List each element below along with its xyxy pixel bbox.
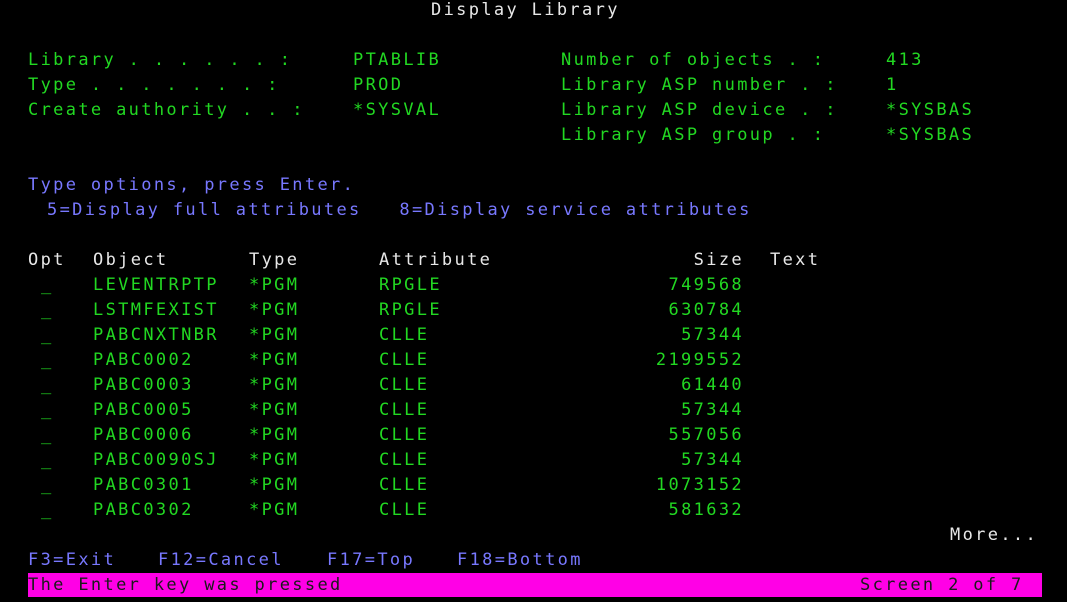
option-input[interactable]: _ [41, 448, 54, 473]
options-legend: 5=Display full attributes 8=Display serv… [47, 200, 752, 220]
more-indicator: More... [950, 525, 1039, 545]
col-header-attribute: Attribute [379, 250, 493, 270]
f18-bottom-key[interactable]: F18=Bottom [457, 548, 583, 573]
option-input[interactable]: _ [41, 323, 54, 348]
object-name: PABC0005 [93, 400, 194, 420]
object-name: LEVENTRPTP [93, 275, 219, 295]
object-size: 57344 [681, 325, 744, 345]
object-attribute: CLLE [379, 425, 430, 445]
object-size: 2199552 [655, 350, 744, 370]
asp-number-value: 1 [886, 75, 899, 95]
object-size: 57344 [681, 400, 744, 420]
object-name: PABC0003 [93, 375, 194, 395]
object-name: PABC0090SJ [93, 450, 219, 470]
object-attribute: CLLE [379, 400, 430, 420]
num-objects-value: 413 [886, 50, 924, 70]
object-attribute: CLLE [379, 325, 430, 345]
create-authority-label: Create authority . . : [28, 100, 305, 120]
object-type: *PGM [249, 275, 300, 295]
create-authority-value: *SYSVAL [353, 100, 442, 120]
screen-title: Display Library [431, 0, 620, 20]
object-type: *PGM [249, 375, 300, 395]
object-type: *PGM [249, 500, 300, 520]
object-type: *PGM [249, 350, 300, 370]
object-type: *PGM [249, 300, 300, 320]
object-type: *PGM [249, 450, 300, 470]
asp-device-label: Library ASP device . : [561, 100, 838, 120]
screen-indicator: Screen 2 of 7 [860, 575, 1024, 595]
object-size: 57344 [681, 450, 744, 470]
asp-device-value: *SYSBAS [886, 100, 975, 120]
num-objects-label: Number of objects . : [561, 50, 826, 70]
f3-exit-key[interactable]: F3=Exit [28, 548, 116, 573]
status-message: The Enter key was pressed [28, 575, 343, 595]
object-type: *PGM [249, 425, 300, 445]
library-label: Library . . . . . . : [28, 50, 293, 70]
option-input[interactable]: _ [41, 273, 54, 298]
object-type: *PGM [249, 400, 300, 420]
type-value: PROD [353, 75, 404, 95]
object-attribute: CLLE [379, 475, 430, 495]
object-size: 1073152 [655, 475, 744, 495]
col-header-type: Type [249, 250, 300, 270]
asp-number-label: Library ASP number . : [561, 75, 838, 95]
object-size: 557056 [668, 425, 744, 445]
f12-cancel-key[interactable]: F12=Cancel [158, 548, 284, 573]
col-header-size: Size [693, 250, 744, 270]
library-value: PTABLIB [353, 50, 442, 70]
object-name: PABC0301 [93, 475, 194, 495]
option-input[interactable]: _ [41, 348, 54, 373]
object-name: PABC0002 [93, 350, 194, 370]
col-header-object: Object [93, 250, 169, 270]
object-name: PABCNXTNBR [93, 325, 219, 345]
col-header-text: Text [770, 250, 821, 270]
col-header-opt: Opt [28, 250, 66, 270]
object-type: *PGM [249, 325, 300, 345]
instructions-line: Type options, press Enter. [28, 175, 356, 195]
object-attribute: CLLE [379, 500, 430, 520]
f17-top-key[interactable]: F17=Top [327, 548, 415, 573]
object-name: PABC0006 [93, 425, 194, 445]
option-input[interactable]: _ [41, 398, 54, 423]
object-size: 61440 [681, 375, 744, 395]
object-type: *PGM [249, 475, 300, 495]
status-bar: The Enter key was pressed Screen 2 of 7 [28, 573, 1042, 597]
object-attribute: CLLE [379, 350, 430, 370]
object-size: 630784 [668, 300, 744, 320]
object-size: 749568 [668, 275, 744, 295]
object-attribute: CLLE [379, 450, 430, 470]
type-label: Type . . . . . . . : [28, 75, 280, 95]
option-input[interactable]: _ [41, 298, 54, 323]
option-input[interactable]: _ [41, 373, 54, 398]
option-input[interactable]: _ [41, 473, 54, 498]
option-input[interactable]: _ [41, 498, 54, 523]
asp-group-label: Library ASP group . : [561, 125, 826, 145]
object-attribute: CLLE [379, 375, 430, 395]
asp-group-value: *SYSBAS [886, 125, 975, 145]
object-attribute: RPGLE [379, 300, 442, 320]
object-size: 581632 [668, 500, 744, 520]
object-name: LSTMFEXIST [93, 300, 219, 320]
object-name: PABC0302 [93, 500, 194, 520]
object-attribute: RPGLE [379, 275, 442, 295]
option-input[interactable]: _ [41, 423, 54, 448]
